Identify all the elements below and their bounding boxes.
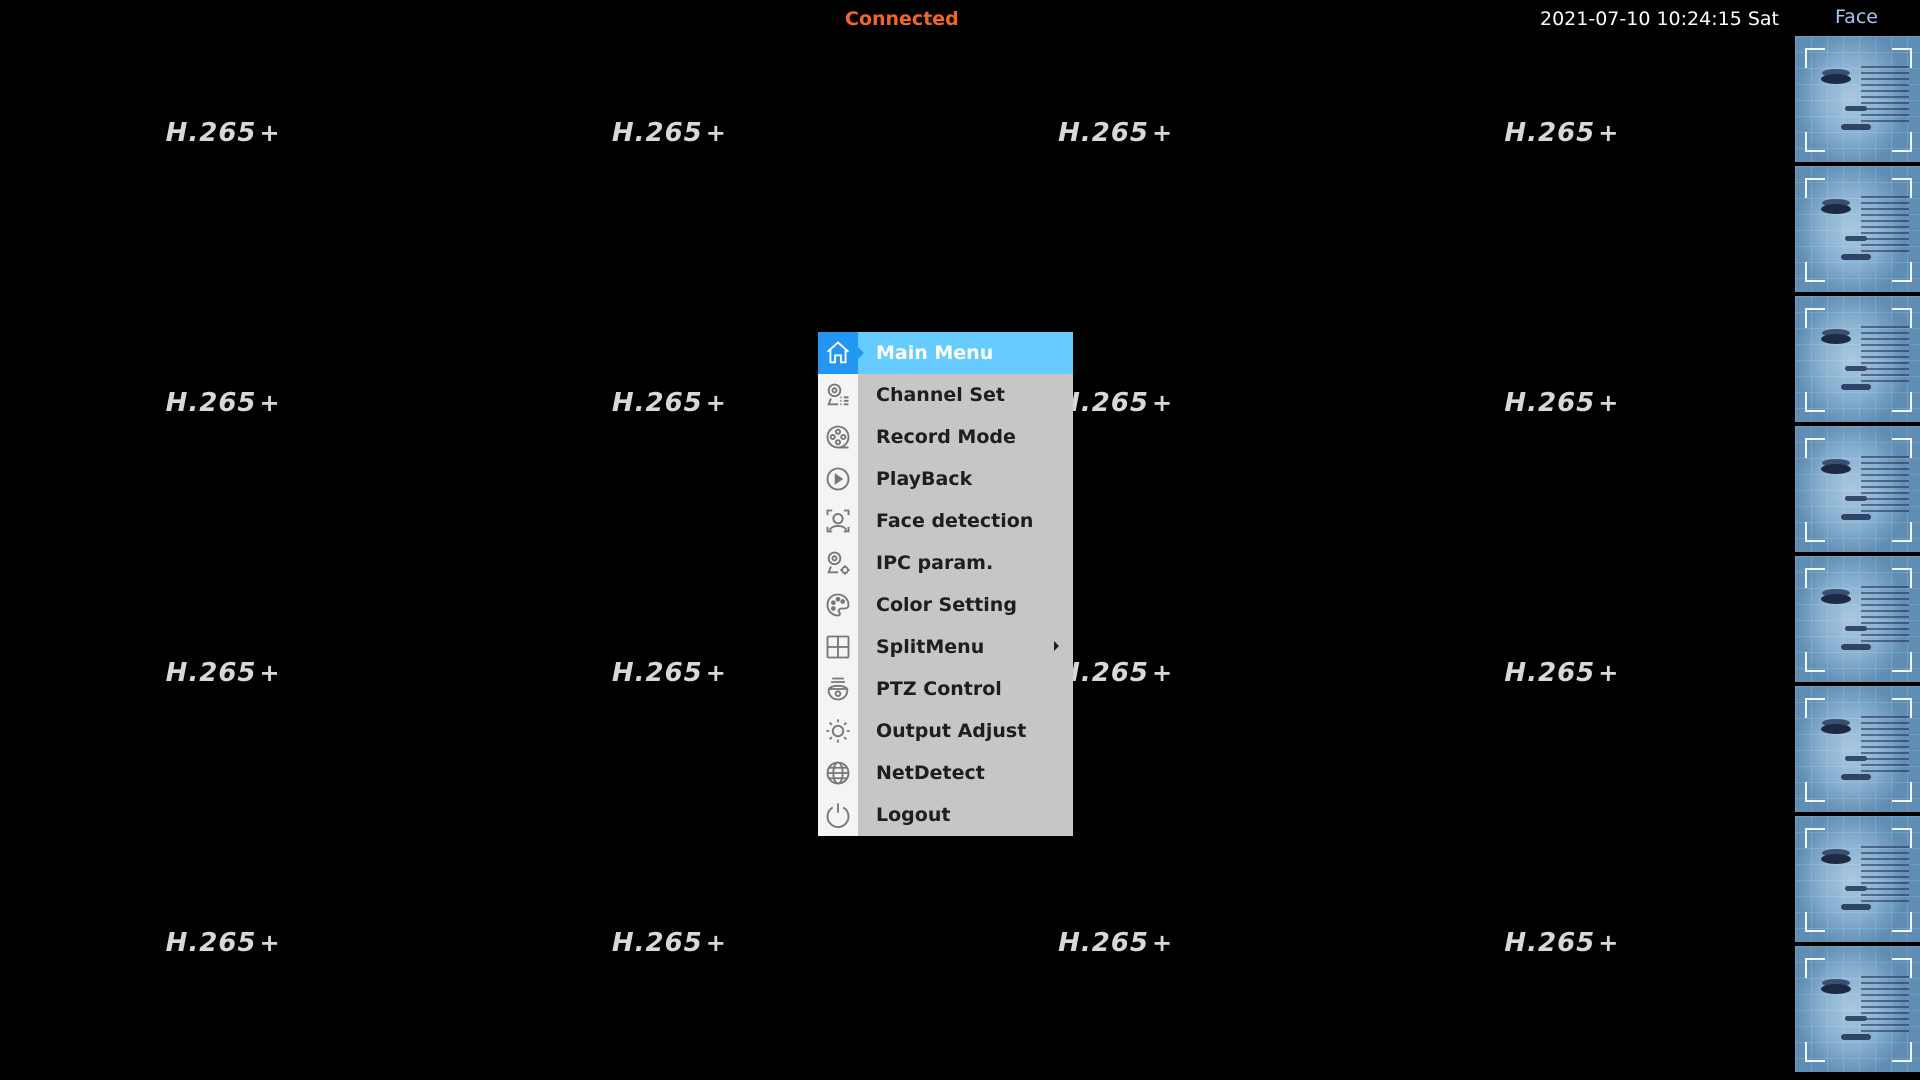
face-thumbnail[interactable] (1795, 36, 1920, 162)
channel-cell[interactable]: H.265 + (446, 0, 892, 270)
channel-cell[interactable]: H.265 + (1339, 270, 1785, 540)
menu-item-label: IPC param. (876, 552, 994, 574)
face-thumbnail[interactable] (1795, 166, 1920, 292)
channel-cell[interactable]: H.265 + (0, 270, 446, 540)
face-thumbnail[interactable] (1795, 426, 1920, 552)
menu-item-label: Output Adjust (876, 720, 1027, 742)
menu-item-label: Face detection (876, 510, 1034, 532)
menu-item-color-setting[interactable]: Color Setting (818, 584, 1073, 626)
menu-item-label: Main Menu (876, 342, 994, 364)
face-thumbnail[interactable] (1795, 816, 1920, 942)
active-pointer (858, 347, 864, 359)
sun-icon (818, 710, 858, 752)
menu-item-logout[interactable]: Logout (818, 794, 1073, 836)
home-icon (818, 332, 858, 374)
channel-cell[interactable]: H.265 + (1339, 810, 1785, 1080)
film-reel-icon (818, 416, 858, 458)
power-icon (818, 794, 858, 836)
menu-item-label: Color Setting (876, 594, 1017, 616)
face-scan-icon (818, 500, 858, 542)
channel-cell[interactable]: H.265 + (1339, 540, 1785, 810)
globe-icon (818, 752, 858, 794)
face-panel-title: Face (1835, 6, 1878, 28)
face-thumbnail-list (1795, 36, 1920, 1076)
codec-label: H.265 + (1504, 388, 1620, 418)
context-menu: Main Menu Channel Set Record Mode PlayBa… (818, 332, 1073, 836)
menu-item-main-menu[interactable]: Main Menu (818, 332, 1073, 374)
codec-label: H.265 + (1058, 118, 1174, 148)
codec-label: H.265 + (1504, 658, 1620, 688)
codec-label: H.265 + (165, 118, 281, 148)
menu-item-label: PTZ Control (876, 678, 1002, 700)
codec-label: H.265 + (165, 658, 281, 688)
menu-item-ipc-param[interactable]: IPC param. (818, 542, 1073, 584)
channel-cell[interactable]: H.265 + (1339, 0, 1785, 270)
menu-item-label: PlayBack (876, 468, 973, 490)
menu-item-label: SplitMenu (876, 636, 985, 658)
menu-item-output-adjust[interactable]: Output Adjust (818, 710, 1073, 752)
chevron-right-icon (1054, 641, 1059, 651)
camera-list-icon (818, 374, 858, 416)
channel-cell[interactable]: H.265 + (0, 810, 446, 1080)
face-thumbnail[interactable] (1795, 686, 1920, 812)
channel-cell[interactable]: H.265 + (0, 540, 446, 810)
face-thumbnail[interactable] (1795, 556, 1920, 682)
menu-item-label: Channel Set (876, 384, 1006, 406)
codec-label: H.265 + (1504, 928, 1620, 958)
menu-item-record-mode[interactable]: Record Mode (818, 416, 1073, 458)
menu-item-playback[interactable]: PlayBack (818, 458, 1073, 500)
face-thumbnail[interactable] (1795, 946, 1920, 1072)
channel-cell[interactable]: H.265 + (893, 810, 1339, 1080)
codec-label: H.265 + (165, 388, 281, 418)
palette-icon (818, 584, 858, 626)
dome-camera-icon (818, 668, 858, 710)
menu-item-label: Logout (876, 804, 951, 826)
menu-item-channel-set[interactable]: Channel Set (818, 374, 1073, 416)
codec-label: H.265 + (165, 928, 281, 958)
channel-cell[interactable]: H.265 + (446, 810, 892, 1080)
codec-label: H.265 + (611, 928, 727, 958)
codec-label: H.265 + (611, 118, 727, 148)
menu-item-split-menu[interactable]: SplitMenu (818, 626, 1073, 668)
codec-label: H.265 + (1504, 118, 1620, 148)
channel-cell[interactable]: H.265 + (893, 0, 1339, 270)
camera-gear-icon (818, 542, 858, 584)
grid-split-icon (818, 626, 858, 668)
codec-label: H.265 + (1058, 928, 1174, 958)
menu-item-label: Record Mode (876, 426, 1016, 448)
menu-item-label: NetDetect (876, 762, 985, 784)
play-circle-icon (818, 458, 858, 500)
face-thumbnail[interactable] (1795, 296, 1920, 422)
channel-cell[interactable]: H.265 + (0, 0, 446, 270)
menu-item-face-detection[interactable]: Face detection (818, 500, 1073, 542)
menu-item-ptz-control[interactable]: PTZ Control (818, 668, 1073, 710)
menu-item-net-detect[interactable]: NetDetect (818, 752, 1073, 794)
